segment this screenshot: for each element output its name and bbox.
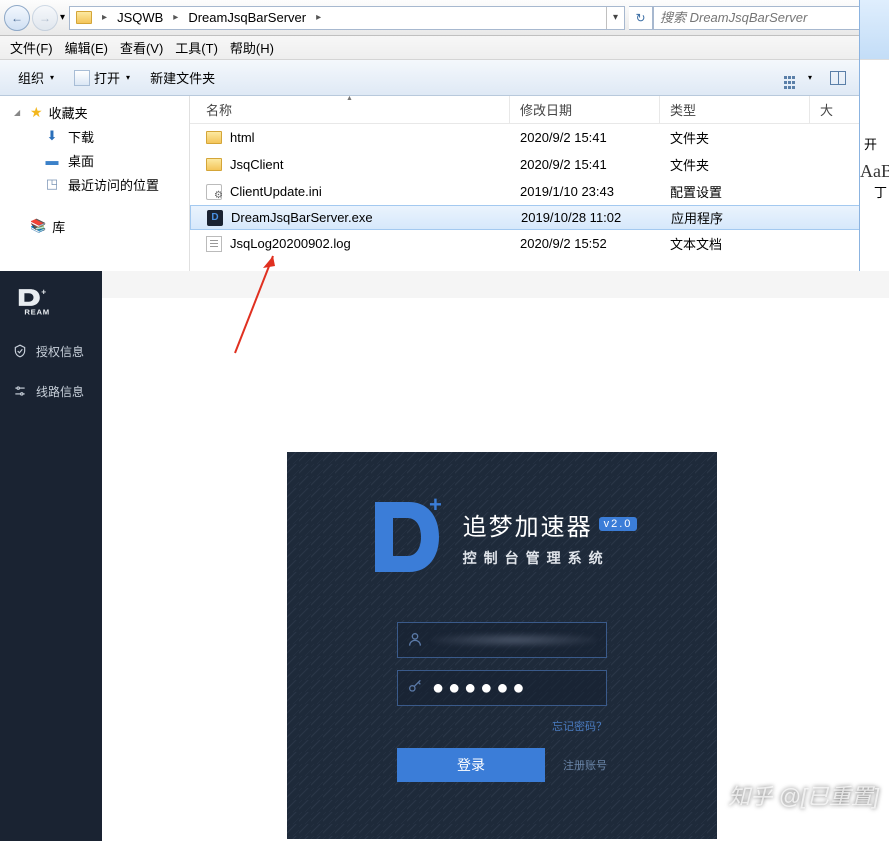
nav-recent[interactable]: ◳最近访问的位置 xyxy=(0,172,189,196)
version-badge: v2.0 xyxy=(599,517,638,531)
sliders-icon xyxy=(12,383,28,399)
back-icon: ← xyxy=(11,11,23,25)
file-type: 文件夹 xyxy=(660,155,810,174)
open-button[interactable]: 打开▾ xyxy=(64,64,140,91)
log-icon xyxy=(206,236,222,252)
right-pane-fragment: 开 AaB 丁 xyxy=(859,0,889,271)
svg-text:REAM: REAM xyxy=(24,307,49,316)
new-folder-button[interactable]: 新建文件夹 xyxy=(140,64,225,91)
file-type: 文件夹 xyxy=(660,128,810,147)
nav-libraries[interactable]: 📚库 xyxy=(0,214,189,238)
exe-icon: D xyxy=(207,210,223,226)
file-date: 2020/9/2 15:41 xyxy=(510,130,660,145)
address-dropdown[interactable]: ▾ xyxy=(606,7,624,29)
key-icon xyxy=(398,679,432,698)
dream-sidebar: + REAM 授权信息 线路信息 xyxy=(0,271,102,841)
library-icon: 📚 xyxy=(30,218,46,234)
file-date: 2019/10/28 11:02 xyxy=(511,210,661,225)
nav-desktop[interactable]: ▬桌面 xyxy=(0,148,189,172)
menu-item[interactable]: 文件(F) xyxy=(4,36,59,59)
forward-icon: → xyxy=(39,11,51,25)
open-icon xyxy=(74,70,90,86)
file-row[interactable]: JsqClient 2020/9/2 15:41文件夹 xyxy=(190,151,889,178)
column-type[interactable]: 类型 xyxy=(660,96,810,123)
column-date[interactable]: 修改日期 xyxy=(510,96,660,123)
breadcrumb-seg-1[interactable]: JSQWB xyxy=(111,7,169,29)
file-date: 2019/1/10 23:43 xyxy=(510,184,660,199)
file-type: 配置设置 xyxy=(660,182,810,201)
organize-menu[interactable]: 组织▾ xyxy=(8,64,64,91)
file-row[interactable]: ClientUpdate.ini 2019/1/10 23:43配置设置 xyxy=(190,178,889,205)
chevron-right-icon: ▸ xyxy=(169,12,182,23)
file-list: 名称▲ 修改日期 类型 大 html2020/9/2 15:41文件夹JsqCl… xyxy=(190,96,889,271)
file-date: 2020/9/2 15:41 xyxy=(510,157,660,172)
chevron-right-icon: ▸ xyxy=(312,12,325,23)
recent-icon: ◳ xyxy=(44,176,60,192)
username-field[interactable] xyxy=(397,622,607,658)
login-subtitle: 控制台管理系统 xyxy=(463,548,638,568)
breadcrumb-seg-2[interactable]: DreamJsqBarServer xyxy=(182,7,312,29)
file-name: ClientUpdate.ini xyxy=(230,184,322,199)
file-name: DreamJsqBarServer.exe xyxy=(231,210,373,225)
file-row[interactable]: JsqLog20200902.log 2020/9/2 15:52文本文档 xyxy=(190,230,889,257)
desktop-icon: ▬ xyxy=(44,152,60,168)
refresh-icon: ↻ xyxy=(635,11,645,25)
register-link[interactable]: 注册账号 xyxy=(563,757,607,773)
file-date: 2020/9/2 15:52 xyxy=(510,236,660,251)
menu-item[interactable]: 工具(T) xyxy=(169,36,224,59)
ini-icon xyxy=(206,184,222,200)
refresh-button[interactable]: ↻ xyxy=(629,6,653,30)
address-bar[interactable]: ▸ JSQWB ▸ DreamJsqBarServer ▸ ▾ xyxy=(69,6,625,30)
view-menu[interactable]: ▾ xyxy=(777,69,819,86)
watermark-text: 知乎 @[已重置] xyxy=(728,779,879,811)
right-label-open: 开 xyxy=(860,130,889,157)
menu-item[interactable]: 查看(V) xyxy=(114,36,169,59)
file-type: 文本文档 xyxy=(660,234,810,253)
sidebar-item-label: 授权信息 xyxy=(36,343,84,360)
navigation-pane: ◢★收藏夹 ⬇下载 ▬桌面 ◳最近访问的位置 📚库 xyxy=(0,96,190,271)
chevron-right-icon: ▸ xyxy=(98,12,111,23)
forgot-password-link[interactable]: 忘记密码？ xyxy=(397,718,607,734)
login-button[interactable]: 登录 xyxy=(397,748,545,782)
dream-logo: + REAM xyxy=(0,271,102,331)
sidebar-item-auth[interactable]: 授权信息 xyxy=(0,331,102,371)
search-box[interactable]: 🔍 xyxy=(653,6,883,30)
app-logo: + xyxy=(367,492,447,582)
download-icon: ⬇ xyxy=(44,128,60,144)
folder-icon xyxy=(206,131,222,144)
login-panel: + 追梦加速器v2.0 控制台管理系统 ●●●●●● 忘记密码？ 登录 注册账号 xyxy=(287,452,717,839)
pane-icon xyxy=(830,71,846,85)
shield-icon xyxy=(12,343,28,359)
svg-text:+: + xyxy=(429,492,442,517)
back-button[interactable]: ← xyxy=(4,5,30,31)
style-preview: AaB xyxy=(860,157,889,182)
history-dropdown[interactable]: ▾ xyxy=(60,12,65,23)
forward-button[interactable]: → xyxy=(32,5,58,31)
column-name[interactable]: 名称▲ xyxy=(190,96,510,123)
file-name: JsqClient xyxy=(230,157,283,172)
file-name: JsqLog20200902.log xyxy=(230,236,351,251)
nav-downloads[interactable]: ⬇下载 xyxy=(0,124,189,148)
password-field[interactable]: ●●●●●● xyxy=(397,670,607,706)
svg-text:+: + xyxy=(41,287,46,297)
username-value-redacted xyxy=(432,633,596,647)
right-tab[interactable] xyxy=(860,0,889,60)
password-value: ●●●●●● xyxy=(432,681,528,695)
menu-item[interactable]: 帮助(H) xyxy=(224,36,280,59)
sidebar-item-label: 线路信息 xyxy=(36,383,84,400)
sidebar-item-route[interactable]: 线路信息 xyxy=(0,371,102,411)
file-row[interactable]: D DreamJsqBarServer.exe 2019/10/28 11:02应用… xyxy=(190,205,889,230)
search-input[interactable] xyxy=(654,7,858,29)
file-row[interactable]: html 2020/9/2 15:41文件夹 xyxy=(190,124,889,151)
file-type: 应用程序 xyxy=(661,208,811,227)
star-icon: ★ xyxy=(30,104,43,121)
folder-icon xyxy=(76,11,92,24)
folder-icon xyxy=(206,158,222,171)
menu-item[interactable]: 编辑(E) xyxy=(59,36,114,59)
nav-favorites[interactable]: ◢★收藏夹 xyxy=(0,100,189,124)
file-name: html xyxy=(230,130,255,145)
preview-pane-toggle[interactable] xyxy=(823,67,853,89)
user-icon xyxy=(398,631,432,650)
login-title: 追梦加速器v2.0 xyxy=(463,507,638,542)
